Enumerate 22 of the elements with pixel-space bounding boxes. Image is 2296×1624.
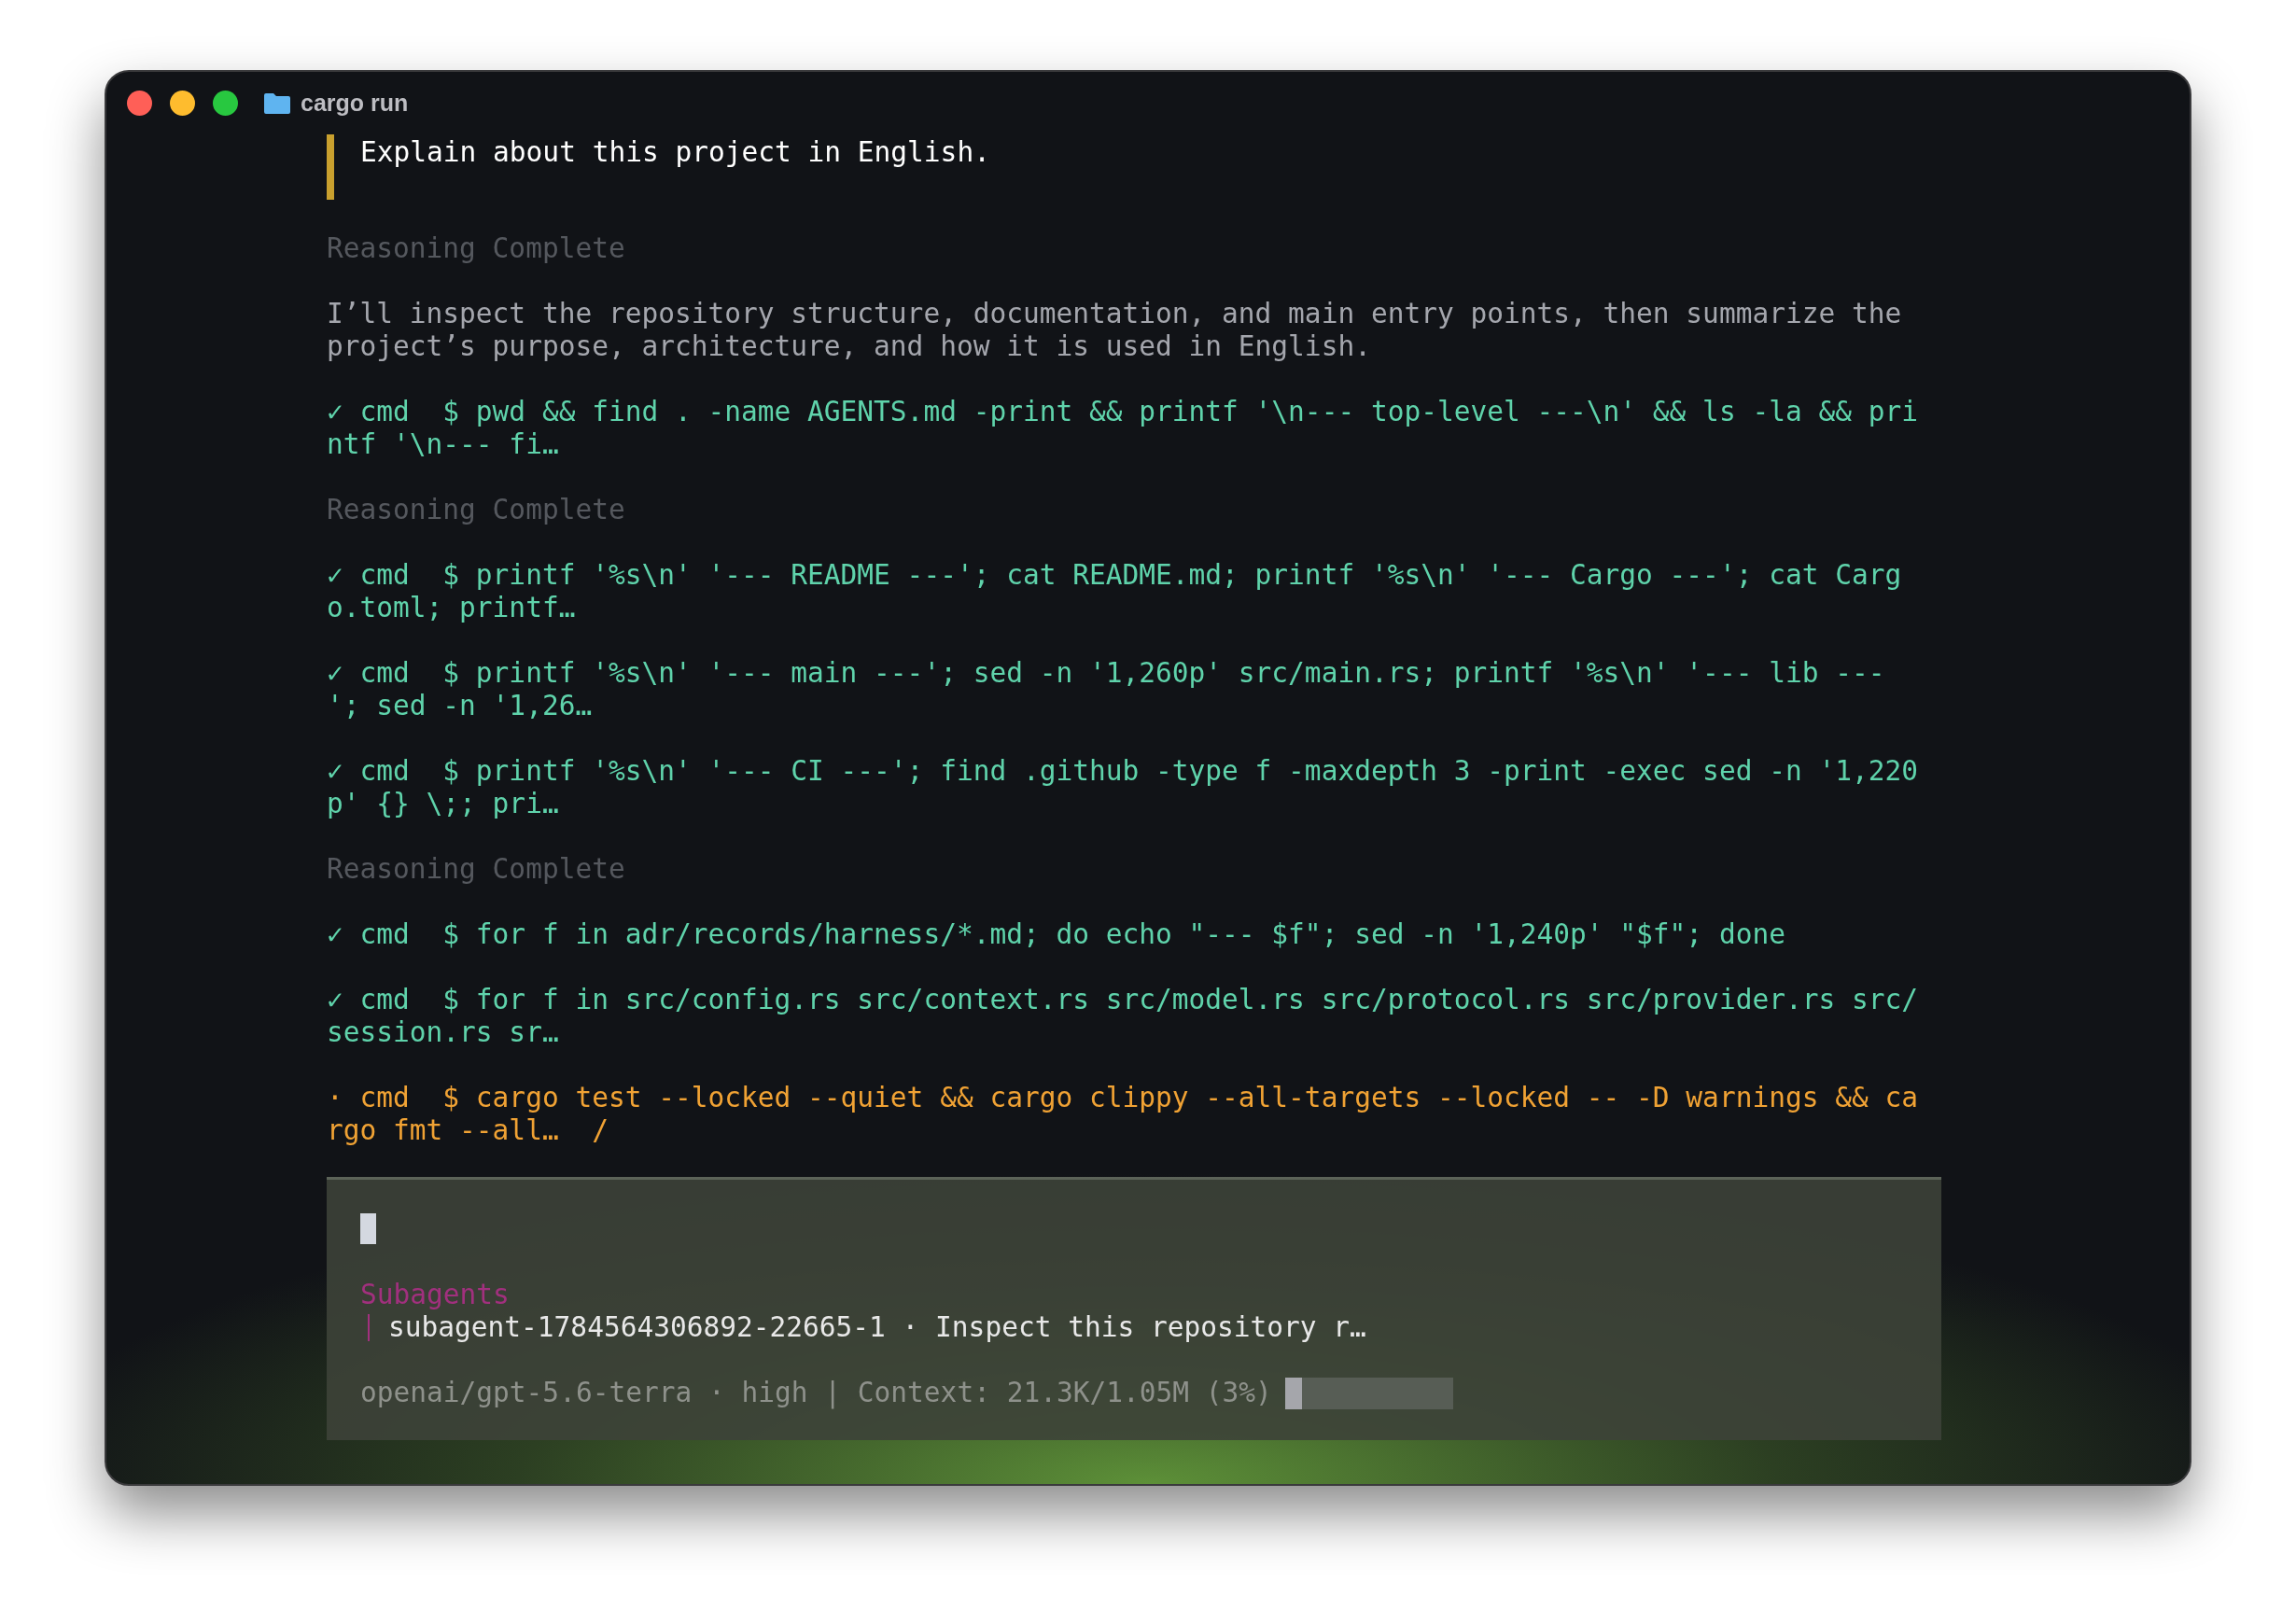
prompt-bar: [327, 134, 334, 200]
command-line: ✓ cmd $ for f in adr/records/harness/*.md; do echo "--- $f"; sed -n '1,240p' "$f"; done: [327, 918, 1786, 951]
command-line: ✓ cmd $ printf '%s\n' '--- README ---'; cat README.md; printf '%s\n' '--- Cargo ---'; cat Cargo.toml; printf…: [327, 559, 1903, 624]
reasoning-status: Reasoning Complete: [327, 853, 626, 886]
reasoning-status: Reasoning Complete: [327, 494, 626, 526]
subagents-heading: Subagents: [360, 1279, 511, 1311]
user-prompt: Explain about this project in English.: [360, 136, 990, 170]
reasoning-status: Reasoning Complete: [327, 232, 626, 265]
minimize-icon[interactable]: [170, 91, 195, 116]
folder-icon: [263, 91, 291, 115]
zoom-icon[interactable]: [213, 91, 238, 116]
status-text: openai/gpt-5.6-terra · high | Context: 21.3K/1.05M (3%): [360, 1377, 1272, 1409]
text-cursor: [360, 1213, 376, 1244]
subagent-entry[interactable]: subagent-1784564306892-22665-1 · Inspect this repository r…: [388, 1311, 1366, 1344]
command-line: ✓ cmd $ printf '%s\n' '--- main ---'; sed -n '1,260p' src/main.rs; printf '%s\n' '--- lib ---'; sed -n '1,26…: [327, 657, 1886, 722]
command-line: ✓ cmd $ for f in src/config.rs src/context.rs src/model.rs src/protocol.rs src/provider.rs src/session.rs sr…: [327, 984, 1919, 1049]
close-icon[interactable]: [127, 91, 152, 116]
command-line: ✓ cmd $ printf '%s\n' '--- CI ---'; find .github -type f -maxdepth 3 -print -exec sed -n '1,220p' {} \;; pri…: [327, 755, 1919, 820]
command-line: ✓ cmd $ pwd && find . -name AGENTS.md -print && printf '\n--- top-level ---\n' && ls -la && printf '\n--- fi…: [327, 396, 1919, 461]
command-line: · cmd $ cargo test --locked --quiet && cargo clippy --all-targets --locked -- -D warnings && cargo fmt --all… /: [327, 1082, 1919, 1147]
window-title: cargo run: [301, 88, 409, 118]
assistant-message: I’ll inspect the repository structure, documentation, and main entry points, then summarize the project’s purpose, architecture, and how it is used in English.: [327, 298, 1903, 363]
